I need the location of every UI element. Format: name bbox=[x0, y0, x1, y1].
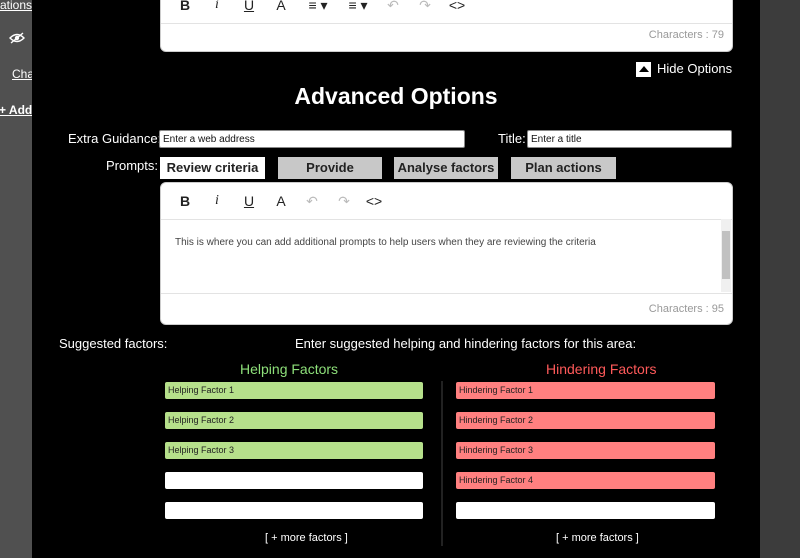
prompts-label: Prompts: bbox=[106, 158, 159, 173]
tab-plan-actions[interactable]: Plan actions bbox=[511, 157, 616, 179]
more-hindering-factors-link[interactable]: [ + more factors ] bbox=[556, 532, 639, 544]
bold-icon[interactable]: B bbox=[177, 191, 193, 211]
section-title: Advanced Options bbox=[294, 83, 498, 109]
scrollbar-thumb[interactable] bbox=[722, 231, 730, 279]
text-color-icon[interactable]: A bbox=[273, 0, 289, 15]
collapse-icon bbox=[636, 61, 651, 77]
helping-factor-input[interactable]: Helping Factor 2 bbox=[165, 412, 423, 429]
hide-options-button[interactable]: Hide Options bbox=[636, 60, 732, 78]
top-editor[interactable]: B i U A ≡ ▾ ≡ ▾ ↶ ↷ <> Characters : 79 bbox=[160, 0, 733, 52]
hindering-factors-title: Hindering Factors bbox=[546, 361, 657, 377]
sidebar-item-add[interactable]: + Add bbox=[0, 103, 32, 117]
tab-review-criteria[interactable]: Review criteria bbox=[160, 157, 265, 179]
suggested-factors-label: Suggested factors: bbox=[59, 336, 168, 351]
prompt-text[interactable]: This is where you can add additional pro… bbox=[175, 237, 596, 248]
hindering-factor-input[interactable] bbox=[456, 502, 715, 519]
helping-factor-input[interactable] bbox=[165, 502, 423, 519]
redo-icon[interactable]: ↷ bbox=[336, 191, 352, 211]
left-sidebar: ations Cha + Add bbox=[0, 0, 32, 558]
main-panel: B i U A ≡ ▾ ≡ ▾ ↶ ↷ <> Characters : 79 H… bbox=[32, 0, 760, 558]
hindering-factor-input[interactable]: Hindering Factor 1 bbox=[456, 382, 715, 399]
right-gutter bbox=[760, 0, 800, 558]
sidebar-item-change[interactable]: Cha bbox=[12, 67, 32, 81]
title-label: Title: bbox=[498, 131, 526, 146]
code-icon[interactable]: <> bbox=[447, 0, 467, 15]
helping-factor-input[interactable] bbox=[165, 472, 423, 489]
hindering-factor-input[interactable]: Hindering Factor 3 bbox=[456, 442, 715, 459]
hindering-factor-input[interactable]: Hindering Factor 4 bbox=[456, 472, 715, 489]
extra-guidance-input[interactable]: Enter a web address bbox=[159, 130, 465, 148]
ordered-list-icon[interactable]: ≡ ▾ bbox=[303, 0, 333, 15]
top-editor-toolbar: B i U A ≡ ▾ ≡ ▾ ↶ ↷ <> bbox=[161, 0, 732, 24]
hide-options-label: Hide Options bbox=[657, 61, 733, 76]
character-count: Characters : 79 bbox=[648, 29, 724, 41]
undo-icon[interactable]: ↶ bbox=[385, 0, 401, 15]
prompt-editor[interactable]: B i U A ↶ ↷ <> This is where you can add… bbox=[160, 182, 733, 325]
tab-provide-evidence[interactable]: Provide evidence bbox=[278, 157, 382, 197]
tab-analyse-factors[interactable]: Analyse factors bbox=[394, 157, 498, 179]
underline-icon[interactable]: U bbox=[241, 0, 257, 15]
undo-icon[interactable]: ↶ bbox=[304, 191, 320, 211]
eye-off-icon[interactable] bbox=[9, 32, 25, 44]
italic-icon[interactable]: i bbox=[209, 0, 225, 15]
underline-icon[interactable]: U bbox=[241, 191, 257, 211]
factors-divider bbox=[441, 381, 443, 546]
extra-guidance-label: Extra Guidance: bbox=[68, 131, 162, 146]
title-input[interactable]: Enter a title bbox=[527, 130, 732, 148]
bullet-list-icon[interactable]: ≡ ▾ bbox=[343, 0, 373, 15]
factors-instruction: Enter suggested helping and hindering fa… bbox=[295, 336, 637, 351]
helping-factors-title: Helping Factors bbox=[240, 361, 339, 377]
text-color-icon[interactable]: A bbox=[273, 191, 289, 211]
prompt-editor-toolbar: B i U A ↶ ↷ <> bbox=[161, 183, 732, 220]
bold-icon[interactable]: B bbox=[177, 0, 193, 15]
italic-icon[interactable]: i bbox=[209, 191, 225, 211]
character-count: Characters : 95 bbox=[648, 303, 724, 315]
editor-scrollbar[interactable] bbox=[721, 219, 731, 292]
sidebar-item-operations[interactable]: ations bbox=[0, 0, 32, 12]
editor-footer-divider bbox=[161, 293, 732, 294]
more-helping-factors-link[interactable]: [ + more factors ] bbox=[265, 532, 348, 544]
helping-factor-input[interactable]: Helping Factor 3 bbox=[165, 442, 423, 459]
code-icon[interactable]: <> bbox=[364, 191, 384, 211]
helping-factor-input[interactable]: Helping Factor 1 bbox=[165, 382, 423, 399]
redo-icon[interactable]: ↷ bbox=[417, 0, 433, 15]
hindering-factor-input[interactable]: Hindering Factor 2 bbox=[456, 412, 715, 429]
